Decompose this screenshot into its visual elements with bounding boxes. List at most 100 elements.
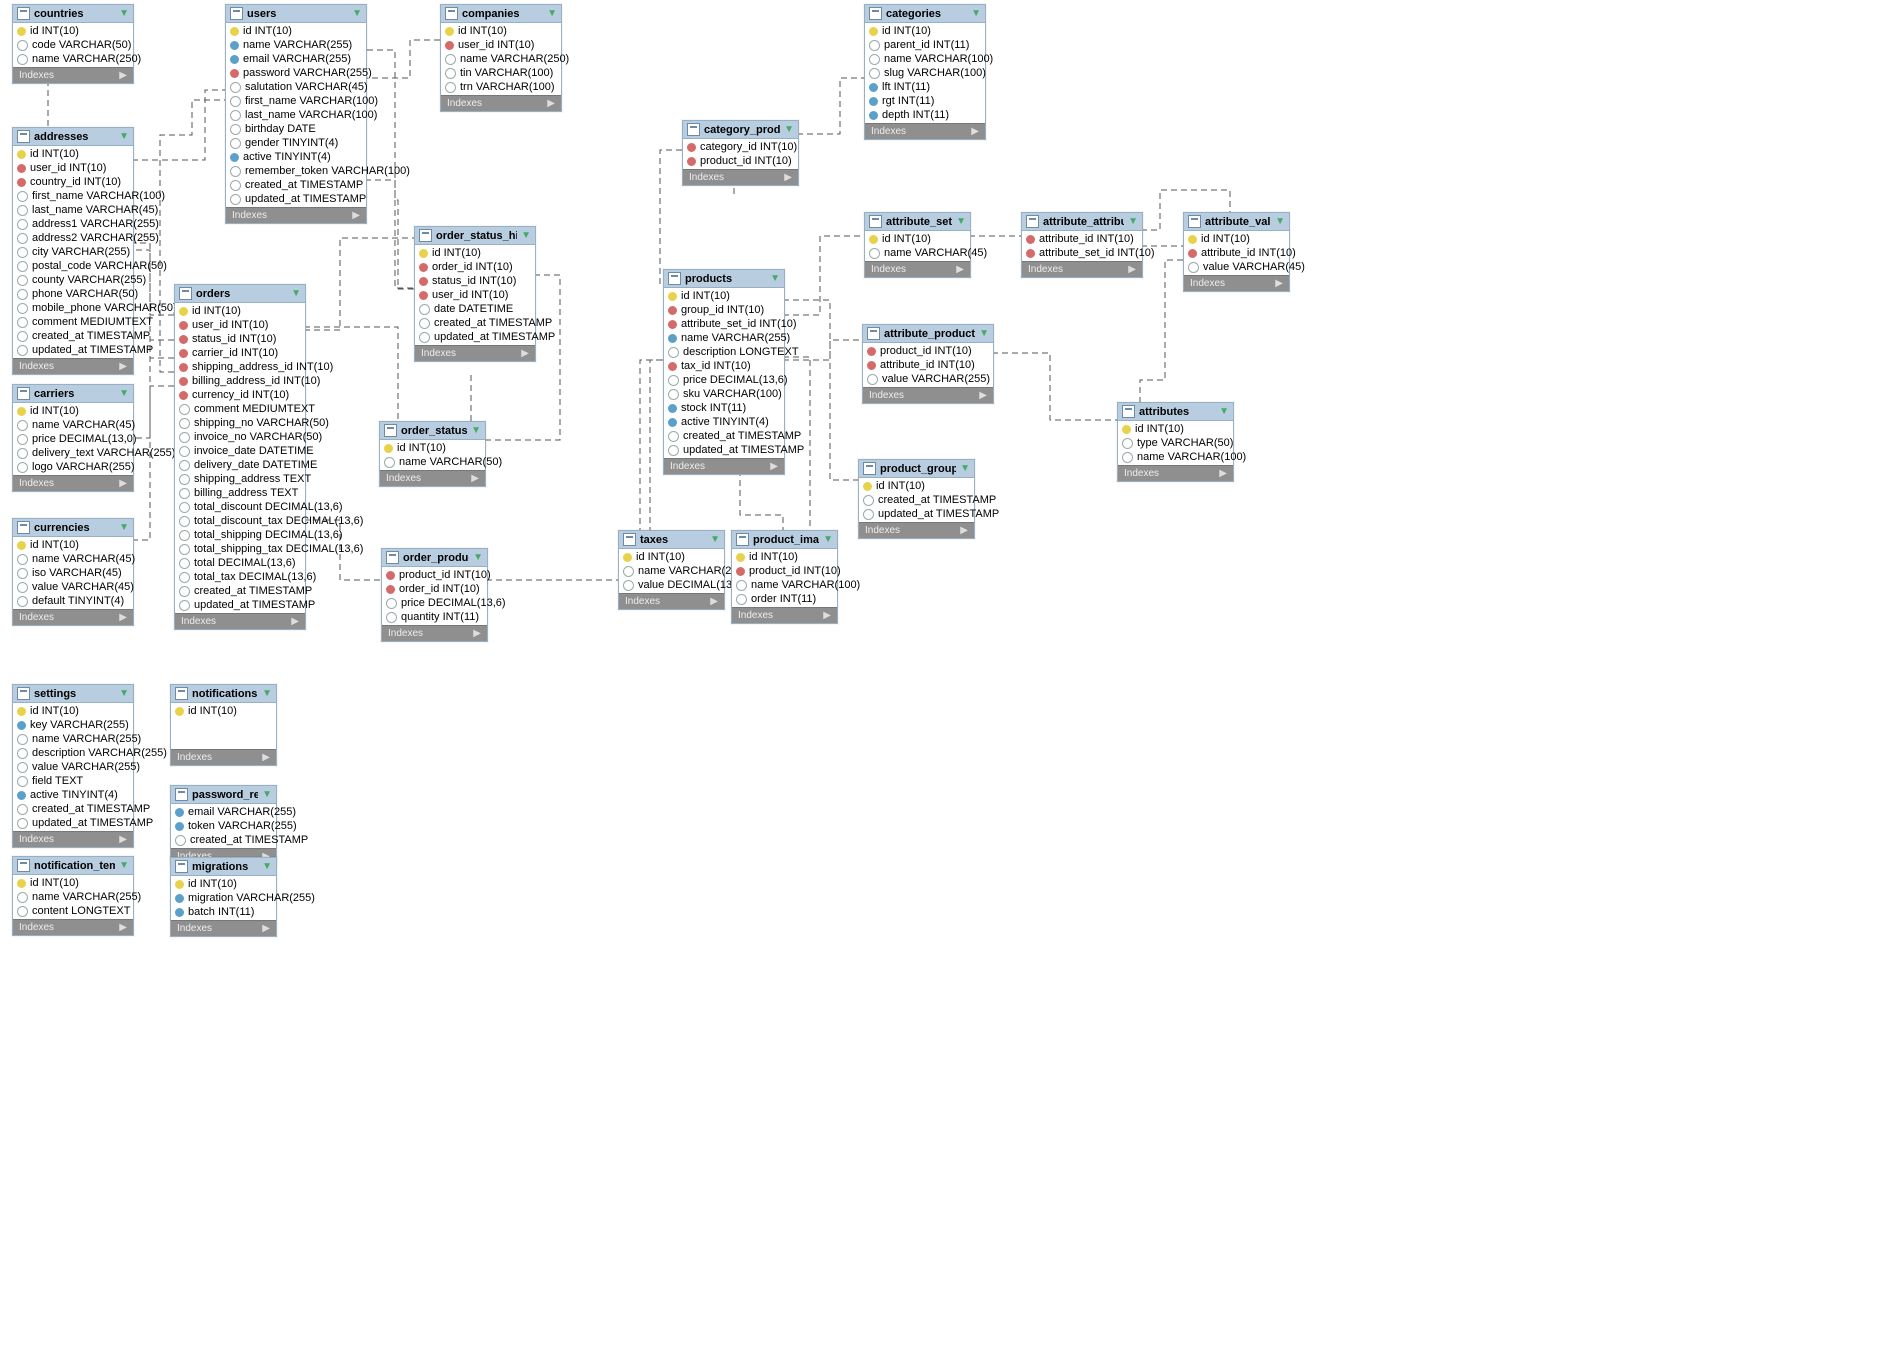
column-row[interactable]: name VARCHAR(45) xyxy=(13,418,133,432)
indexes-section[interactable]: Indexes▶ xyxy=(732,607,837,623)
table-header[interactable]: category_product▼ xyxy=(683,121,798,139)
column-row[interactable]: default TINYINT(4) xyxy=(13,594,133,608)
column-row[interactable]: phone VARCHAR(50) xyxy=(13,287,133,301)
column-row[interactable]: total_tax DECIMAL(13,6) xyxy=(175,570,305,584)
column-row[interactable]: country_id INT(10) xyxy=(13,175,133,189)
table-header[interactable]: taxes▼ xyxy=(619,531,724,549)
column-row[interactable]: salutation VARCHAR(45) xyxy=(226,80,366,94)
column-row[interactable]: trn VARCHAR(100) xyxy=(441,80,561,94)
column-row[interactable]: attribute_set_id INT(10) xyxy=(1022,246,1142,260)
column-row[interactable]: carrier_id INT(10) xyxy=(175,346,305,360)
column-row[interactable]: category_id INT(10) xyxy=(683,140,798,154)
column-row[interactable]: user_id INT(10) xyxy=(175,318,305,332)
column-row[interactable]: tin VARCHAR(100) xyxy=(441,66,561,80)
column-row[interactable]: id INT(10) xyxy=(732,550,837,564)
table-header[interactable]: users▼ xyxy=(226,5,366,23)
table-header[interactable]: addresses▼ xyxy=(13,128,133,146)
column-row[interactable]: id INT(10) xyxy=(859,479,974,493)
column-row[interactable]: total DECIMAL(13,6) xyxy=(175,556,305,570)
column-row[interactable]: county VARCHAR(255) xyxy=(13,273,133,287)
indexes-section[interactable]: Indexes▶ xyxy=(863,387,993,403)
indexes-section[interactable]: Indexes▶ xyxy=(13,475,133,491)
column-row[interactable]: updated_at TIMESTAMP xyxy=(226,192,366,206)
column-row[interactable]: value VARCHAR(45) xyxy=(1184,260,1289,274)
column-row[interactable]: price DECIMAL(13,6) xyxy=(382,596,487,610)
column-row[interactable]: created_at TIMESTAMP xyxy=(226,178,366,192)
column-row[interactable]: logo VARCHAR(255) xyxy=(13,460,133,474)
column-row[interactable]: active TINYINT(4) xyxy=(13,788,133,802)
column-row[interactable]: id INT(10) xyxy=(171,877,276,891)
column-row[interactable]: id INT(10) xyxy=(619,550,724,564)
table-attribute_product_value[interactable]: attribute_product_value▼product_id INT(1… xyxy=(862,324,994,404)
column-row[interactable]: id INT(10) xyxy=(13,704,133,718)
column-row[interactable]: updated_at TIMESTAMP xyxy=(415,330,535,344)
table-category_product[interactable]: category_product▼category_id INT(10)prod… xyxy=(682,120,799,186)
column-row[interactable]: delivery_date DATETIME xyxy=(175,458,305,472)
table-order_status_history[interactable]: order_status_history▼id INT(10)order_id … xyxy=(414,226,536,362)
column-row[interactable]: lft INT(11) xyxy=(865,80,985,94)
column-row[interactable]: attribute_id INT(10) xyxy=(1022,232,1142,246)
column-row[interactable]: created_at TIMESTAMP xyxy=(859,493,974,507)
column-row[interactable]: name VARCHAR(50) xyxy=(380,455,485,469)
table-header[interactable]: attributes▼ xyxy=(1118,403,1233,421)
column-row[interactable]: shipping_address_id INT(10) xyxy=(175,360,305,374)
column-row[interactable]: first_name VARCHAR(100) xyxy=(226,94,366,108)
indexes-section[interactable]: Indexes▶ xyxy=(865,261,970,277)
indexes-section[interactable]: Indexes▶ xyxy=(13,67,133,83)
column-row[interactable]: created_at TIMESTAMP xyxy=(171,833,276,847)
column-row[interactable]: name VARCHAR(45) xyxy=(865,246,970,260)
column-row[interactable]: updated_at TIMESTAMP xyxy=(664,443,784,457)
indexes-section[interactable]: Indexes▶ xyxy=(171,920,276,936)
column-row[interactable]: active TINYINT(4) xyxy=(664,415,784,429)
column-row[interactable]: price DECIMAL(13,0) xyxy=(13,432,133,446)
table-header[interactable]: attribute_sets▼ xyxy=(865,213,970,231)
table-header[interactable]: attribute_values▼ xyxy=(1184,213,1289,231)
table-header[interactable]: products▼ xyxy=(664,270,784,288)
table-header[interactable]: orders▼ xyxy=(175,285,305,303)
collapse-toggle-icon[interactable]: ▼ xyxy=(352,8,362,19)
column-row[interactable]: field TEXT xyxy=(13,774,133,788)
indexes-section[interactable]: Indexes▶ xyxy=(13,358,133,374)
indexes-section[interactable]: Indexes▶ xyxy=(664,458,784,474)
table-addresses[interactable]: addresses▼id INT(10)user_id INT(10)count… xyxy=(12,127,134,375)
column-row[interactable]: value VARCHAR(255) xyxy=(13,760,133,774)
column-row[interactable]: id INT(10) xyxy=(226,24,366,38)
table-header[interactable]: notifications▼ xyxy=(171,685,276,703)
column-row[interactable]: created_at TIMESTAMP xyxy=(415,316,535,330)
indexes-section[interactable]: Indexes▶ xyxy=(619,593,724,609)
column-row[interactable]: created_at TIMESTAMP xyxy=(13,329,133,343)
column-row[interactable]: mobile_phone VARCHAR(50) xyxy=(13,301,133,315)
column-row[interactable]: created_at TIMESTAMP xyxy=(13,802,133,816)
table-product_groups[interactable]: product_groups▼id INT(10)created_at TIME… xyxy=(858,459,975,539)
column-row[interactable]: birthday DATE xyxy=(226,122,366,136)
column-row[interactable]: tax_id INT(10) xyxy=(664,359,784,373)
collapse-toggle-icon[interactable]: ▼ xyxy=(119,388,129,399)
column-row[interactable]: updated_at TIMESTAMP xyxy=(175,598,305,612)
column-row[interactable]: shipping_no VARCHAR(50) xyxy=(175,416,305,430)
table-notifications[interactable]: notifications▼id INT(10)Indexes▶ xyxy=(170,684,277,766)
indexes-section[interactable]: Indexes▶ xyxy=(683,169,798,185)
column-row[interactable]: id INT(10) xyxy=(865,24,985,38)
column-row[interactable]: billing_address TEXT xyxy=(175,486,305,500)
column-row[interactable]: user_id INT(10) xyxy=(415,288,535,302)
column-row[interactable]: key VARCHAR(255) xyxy=(13,718,133,732)
table-notification_templates[interactable]: notification_templates▼id INT(10)name VA… xyxy=(12,856,134,936)
column-row[interactable]: rgt INT(11) xyxy=(865,94,985,108)
collapse-toggle-icon[interactable]: ▼ xyxy=(119,688,129,699)
collapse-toggle-icon[interactable]: ▼ xyxy=(291,288,301,299)
column-row[interactable]: comment MEDIUMTEXT xyxy=(175,402,305,416)
column-row[interactable]: parent_id INT(11) xyxy=(865,38,985,52)
table-header[interactable]: attribute_product_value▼ xyxy=(863,325,993,343)
column-row[interactable]: depth INT(11) xyxy=(865,108,985,122)
collapse-toggle-icon[interactable]: ▼ xyxy=(979,328,989,339)
column-row[interactable]: id INT(10) xyxy=(1184,232,1289,246)
column-row[interactable]: total_discount_tax DECIMAL(13,6) xyxy=(175,514,305,528)
table-taxes[interactable]: taxes▼id INT(10)name VARCHAR(255)value D… xyxy=(618,530,725,610)
column-row[interactable]: status_id INT(10) xyxy=(175,332,305,346)
table-header[interactable]: product_images▼ xyxy=(732,531,837,549)
collapse-toggle-icon[interactable]: ▼ xyxy=(119,8,129,19)
column-row[interactable]: updated_at TIMESTAMP xyxy=(13,816,133,830)
column-row[interactable]: id INT(10) xyxy=(13,404,133,418)
collapse-toggle-icon[interactable]: ▼ xyxy=(956,216,966,227)
indexes-section[interactable]: Indexes▶ xyxy=(13,919,133,935)
